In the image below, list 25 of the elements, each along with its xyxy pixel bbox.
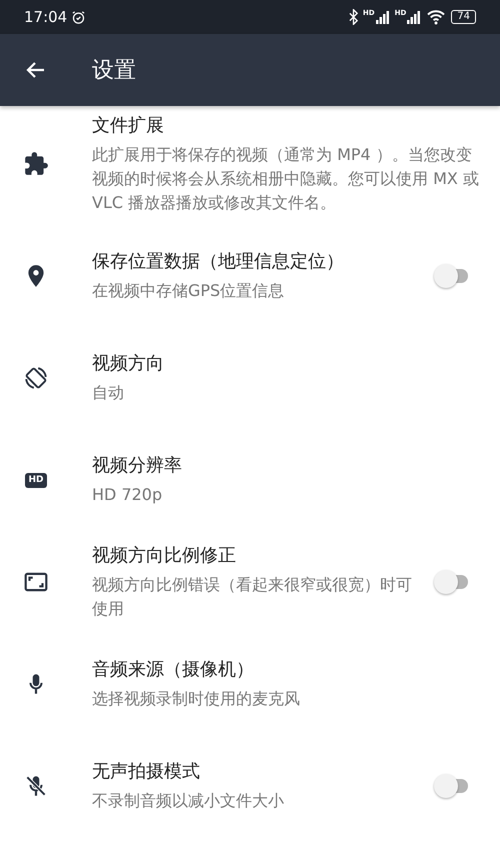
alarm-clock-icon — [71, 10, 86, 24]
setting-title[interactable]: 视频方向比例修正 — [92, 543, 416, 569]
setting-title[interactable]: 视频方向 — [92, 351, 484, 377]
screen-rotation-icon — [23, 365, 49, 391]
setting-description: 不录制音频以减小文件大小 — [92, 790, 285, 812]
battery-icon: 74 — [451, 10, 476, 24]
hd-icon: HD — [25, 472, 46, 488]
setting-description: 在视频中存储GPS位置信息 — [92, 280, 286, 302]
setting-title[interactable]: 音频来源（摄像机） — [92, 657, 484, 683]
wifi-icon — [426, 9, 446, 25]
setting-description: 视频方向比例错误（看起来很窄或很宽）时可使用 — [92, 574, 413, 620]
signal-icon — [407, 10, 422, 24]
screen-title: 设置 — [92, 57, 136, 85]
setting-description: 此扩展用于将保存的视频（通常为 MP4 ）。当您改变视频的时候将会从系统相册中隐藏。您可以使用 MX 或 VLC 播放器播放或修改其文件名。 — [92, 144, 480, 214]
bluetooth-icon — [348, 9, 358, 25]
setting-title[interactable]: 保存位置数据（地理信息定位） — [92, 249, 416, 275]
setting-description: HD 720p — [92, 484, 164, 506]
setting-description: 自动 — [92, 382, 125, 404]
status-time: 17:04 — [24, 8, 68, 26]
signal-icon — [376, 10, 390, 24]
setting-title[interactable]: 文件扩展 — [92, 113, 484, 139]
setting-title[interactable]: 视频分辨率 — [92, 453, 484, 479]
setting-description: 选择视频录制时使用的麦克风 — [92, 688, 301, 710]
puzzle-icon — [23, 151, 49, 177]
setting-title[interactable]: 无声拍摄模式 — [92, 759, 416, 785]
